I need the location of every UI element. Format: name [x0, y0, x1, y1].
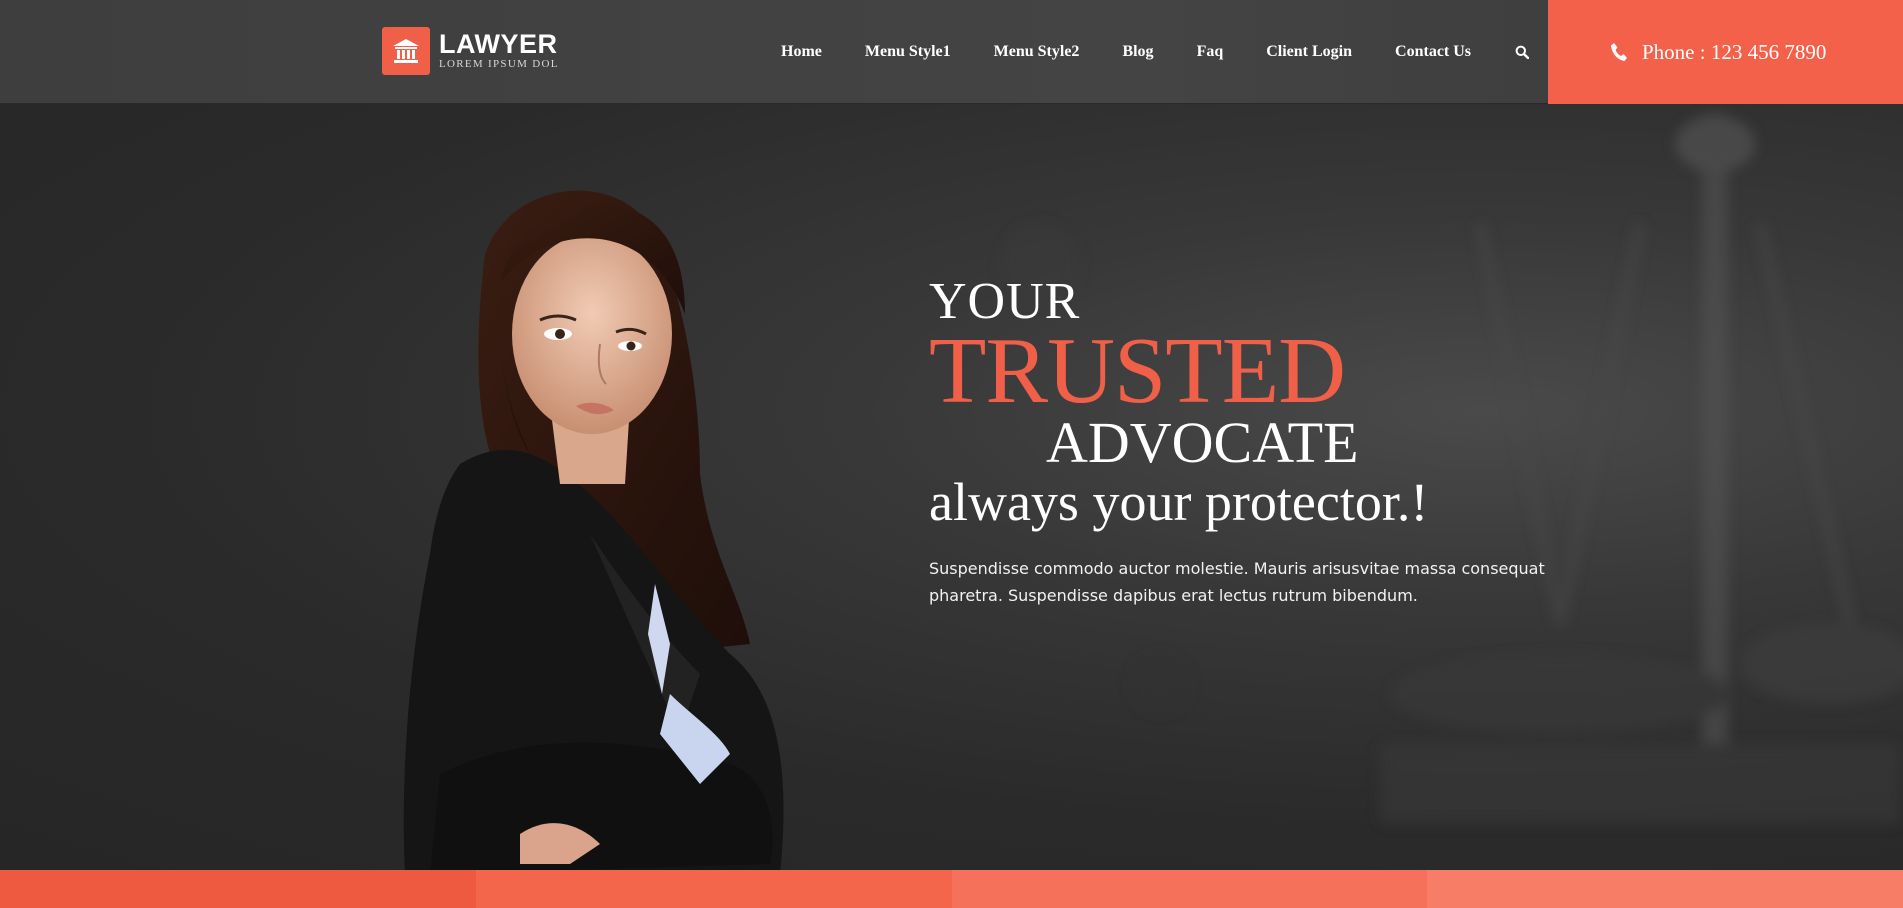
- nav-menu-style2[interactable]: Menu Style2: [994, 43, 1080, 61]
- logo-title: LAWYER: [439, 29, 558, 59]
- phone-number: Phone : 123 456 7890: [1642, 39, 1827, 64]
- nav-contact-us[interactable]: Contact Us: [1395, 43, 1471, 61]
- nav-menu-style1[interactable]: Menu Style1: [865, 43, 951, 61]
- headline-trusted: TRUSTED: [929, 319, 1346, 423]
- nav-client-login[interactable]: Client Login: [1266, 43, 1352, 61]
- phone-icon: [1610, 42, 1628, 62]
- site-header: LAWYER LOREM IPSUM DOL Home Menu Style1 …: [0, 0, 1903, 104]
- lawyer-portrait-image: [403, 190, 784, 870]
- stripe-segment: [951, 870, 1428, 908]
- headline-advocate: ADVOCATE: [1046, 410, 1359, 475]
- site-logo[interactable]: LAWYER LOREM IPSUM DOL: [382, 27, 559, 75]
- hero-section: YOUR TRUSTED ADVOCATE always your protec…: [0, 104, 1903, 870]
- search-icon[interactable]: [1515, 45, 1530, 59]
- hero-headline: YOUR TRUSTED ADVOCATE always your protec…: [929, 276, 1429, 533]
- stripe-segment: [475, 870, 952, 908]
- phone-cta[interactable]: Phone : 123 456 7890: [1548, 0, 1903, 104]
- courthouse-icon: [382, 27, 430, 75]
- hero-description: Suspendisse commodo auctor molestie. Mau…: [929, 559, 1545, 605]
- nav-faq[interactable]: Faq: [1197, 43, 1224, 61]
- main-nav: Home Menu Style1 Menu Style2 Blog Faq Cl…: [781, 0, 1530, 104]
- nav-blog[interactable]: Blog: [1122, 43, 1153, 61]
- bottom-color-stripe: [0, 870, 1903, 908]
- stripe-segment: [0, 870, 476, 908]
- nav-home[interactable]: Home: [781, 43, 822, 61]
- stripe-segment: [1427, 870, 1903, 908]
- logo-subtitle: LOREM IPSUM DOL: [439, 58, 559, 70]
- headline-protector: always your protector.!: [929, 472, 1429, 532]
